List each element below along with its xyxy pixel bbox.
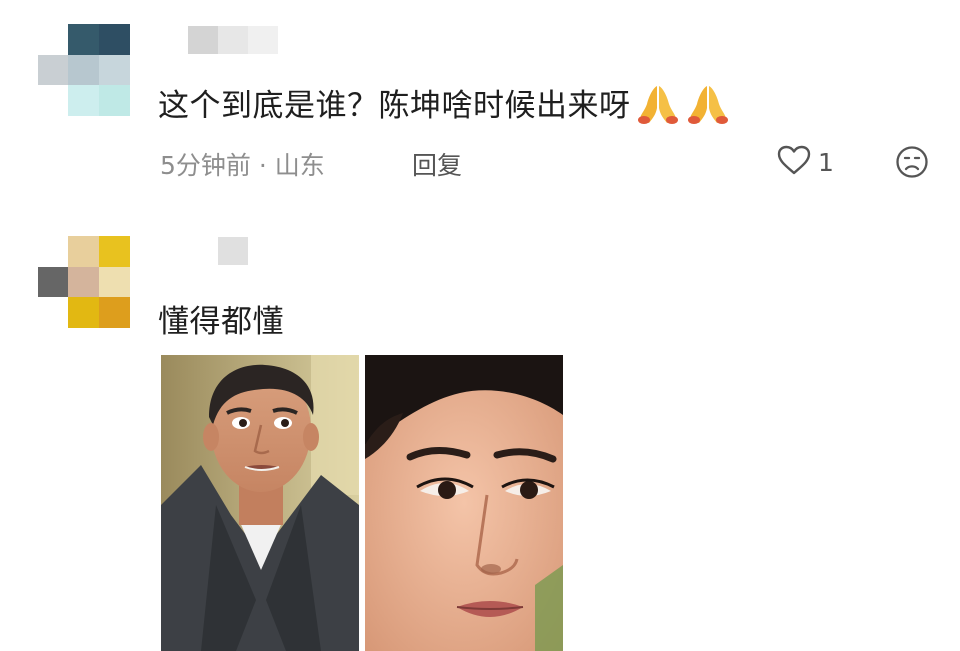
avatar[interactable] — [38, 236, 130, 328]
comment-location: 山东 — [274, 151, 325, 180]
like-button[interactable]: 1 — [776, 144, 834, 180]
actor-photo-right[interactable] — [365, 355, 563, 651]
like-count: 1 — [818, 147, 834, 177]
comment-text: 这个到底是谁？陈坤啥时候出来呀 — [158, 88, 631, 124]
meta-separator: · — [258, 151, 267, 180]
comment-body: 这个到底是谁？陈坤啥时候出来呀 — [158, 80, 731, 126]
avatar[interactable] — [38, 24, 130, 116]
reply-button[interactable]: 回复 — [412, 146, 462, 182]
comment-time: 5分钟前 — [160, 151, 251, 180]
folded-hands-icon — [685, 80, 731, 126]
frown-face-icon — [895, 146, 929, 183]
heart-icon — [776, 144, 812, 180]
comment-meta: 5分钟前 · 山东 — [160, 146, 325, 182]
folded-hands-icon — [635, 80, 681, 126]
comment-text: 懂得都懂 — [158, 304, 284, 340]
dislike-button[interactable] — [895, 145, 929, 183]
username-blurred[interactable] — [218, 237, 248, 265]
username-blurred[interactable] — [188, 26, 278, 54]
actor-photo-left[interactable] — [161, 355, 359, 651]
